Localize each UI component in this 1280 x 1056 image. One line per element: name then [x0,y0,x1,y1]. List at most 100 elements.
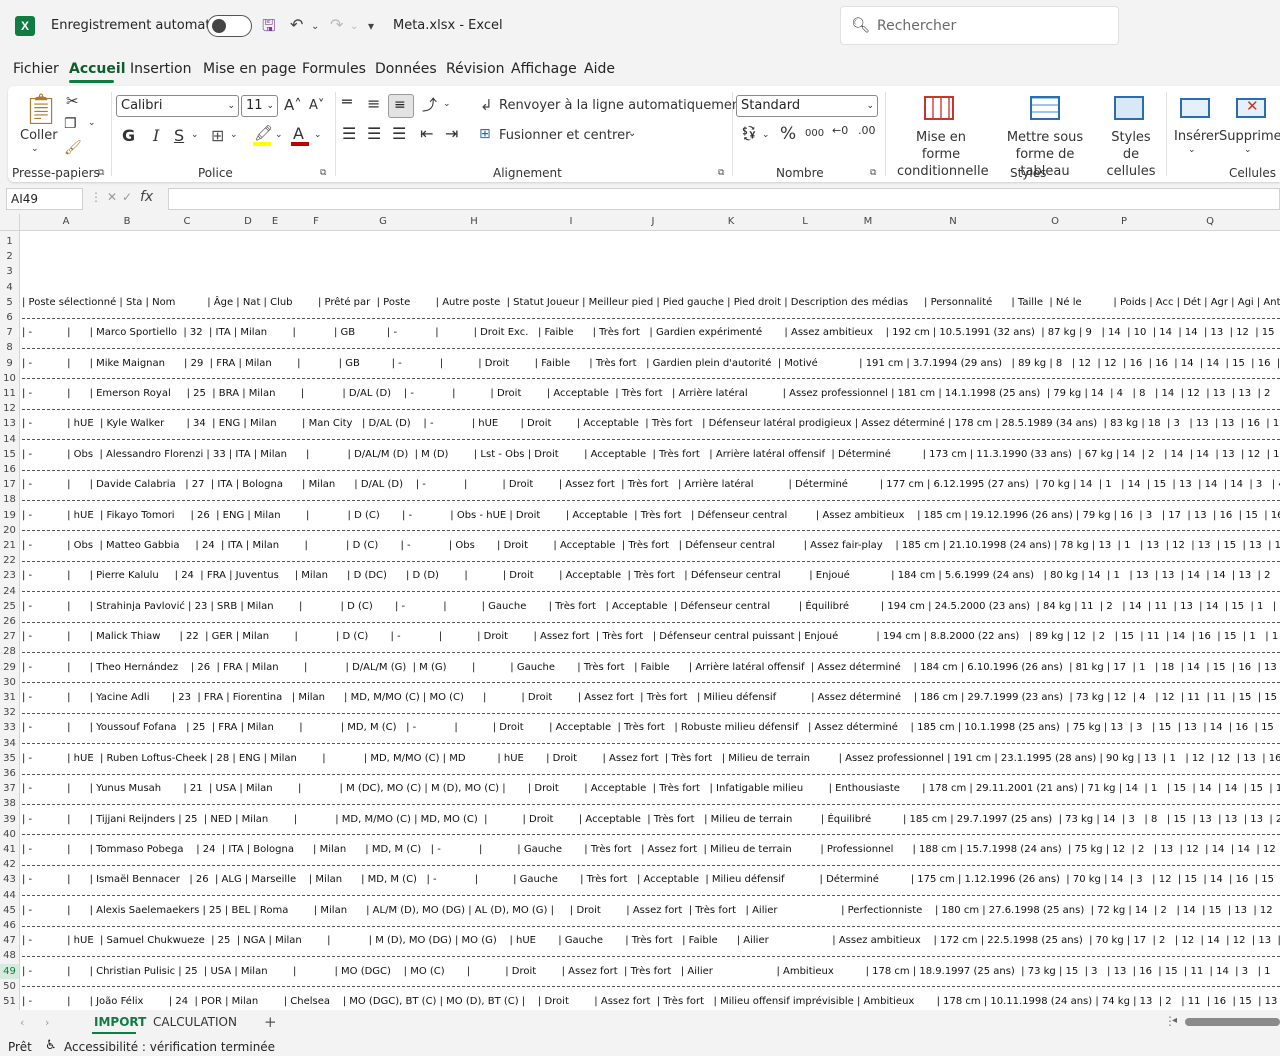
table-row[interactable]: | - | | Davide Calabria | 27 | ITA | Bol… [22,477,1280,492]
column-header[interactable]: G [379,216,387,227]
align-left-icon[interactable]: ☰ [342,124,356,143]
wrap-text-button[interactable]: Renvoyer à la ligne automatiquement [499,98,745,113]
table-row[interactable]: | - | | Pierre Kalulu | 24 | FRA | Juven… [22,568,1280,583]
table-row[interactable]: | - | Obs | Matteo Gabbia | 24 | ITA | M… [22,538,1280,553]
row-header[interactable]: 11 [0,386,19,401]
save-icon[interactable]: 🖫 [262,15,276,42]
row-header[interactable]: 24 [0,584,19,599]
shrink-font-icon[interactable]: A˅ [309,98,324,113]
next-sheet-icon[interactable]: › [45,1016,49,1029]
autosave-toggle[interactable] [207,15,252,37]
redo-icon[interactable]: ↷ [330,15,343,34]
prev-sheet-icon[interactable]: ‹ [20,1016,24,1029]
table-row[interactable]: | - | | Tommaso Pobega | 24 | ITA | Bolo… [22,842,1280,857]
row-header[interactable]: 46 [0,918,19,933]
row-header[interactable]: 6 [0,310,19,325]
paste-dropdown-icon[interactable]: ⌄ [31,144,39,154]
row-header[interactable]: 1 [0,234,19,249]
delete-button[interactable]: Supprimer [1219,129,1280,144]
merge-center-icon[interactable]: ⊞ [479,126,491,142]
table-row[interactable]: | - | | Ismaël Bennacer | 26 | ALG | Mar… [22,872,1280,887]
row-header[interactable]: 26 [0,614,19,629]
thousands-separator-button[interactable]: 000 [805,128,824,139]
column-header[interactable]: H [470,216,478,227]
row-header[interactable]: 15 [0,447,19,462]
table-row[interactable]: | - | hUE | Ruben Loftus-Cheek | 28 | EN… [22,751,1280,766]
table-row[interactable]: | - | | Alexis Saelemaekers | 25 | BEL |… [22,903,1280,918]
grid-body[interactable]: | Poste sélectionné | Sta | Nom | Âge | … [20,231,1280,1010]
insert-dropdown-icon[interactable]: ⌄ [1188,145,1196,155]
cut-icon[interactable]: ✂ [66,92,79,110]
align-right-icon[interactable]: ☰ [392,124,406,143]
row-header[interactable]: 43 [0,872,19,887]
tab-insertion[interactable]: Insertion [130,61,191,77]
table-row[interactable]: | - | hUE | Fikayo Tomori | 26 | ENG | M… [22,508,1280,523]
row-header[interactable]: 37 [0,781,19,796]
row-header[interactable]: 18 [0,492,19,507]
row-header[interactable]: 23 [0,568,19,583]
column-header[interactable]: I [570,216,573,227]
delete-cells-icon[interactable]: ✕ [1236,97,1266,118]
orientation-icon[interactable]: ⤴ [422,94,437,115]
row-header[interactable]: 48 [0,948,19,963]
row-header[interactable]: 9 [0,356,19,371]
table-row[interactable]: | - | Obs | Alessandro Florenzi | 33 | I… [22,447,1280,462]
row-header[interactable]: 49 [0,963,19,979]
cell-styles-icon[interactable] [1114,96,1144,120]
accounting-dropdown-icon[interactable]: ⌄ [762,130,770,140]
row-header[interactable]: 41 [0,842,19,857]
row-header[interactable]: 51 [0,994,19,1009]
fill-color-icon[interactable]: 🖍︎ [254,124,273,142]
row-header[interactable]: 14 [0,432,19,447]
row-header[interactable]: 10 [0,371,19,386]
table-row[interactable]: | - | hUE | Kyle Walker | 34 | ENG | Mil… [22,416,1280,431]
cell-styles-button[interactable]: Styles de cellules [1102,129,1160,180]
merge-center-button[interactable]: Fusionner et centrer [499,128,630,143]
delete-dropdown-icon[interactable]: ⌄ [1244,145,1252,155]
align-top-icon[interactable]: ═ [342,92,352,111]
column-header[interactable]: L [802,216,808,227]
redo-dropdown-icon[interactable]: ⌄ [350,21,358,32]
tab-accueil[interactable]: Accueil [69,61,126,77]
font-size-select[interactable]: 11 ⌄ [241,95,278,117]
tab-donnees[interactable]: Données [375,61,437,77]
row-header[interactable]: 3 [0,264,19,279]
grow-font-icon[interactable]: A˄ [284,96,302,114]
tab-revision[interactable]: Révision [446,61,505,77]
row-header[interactable]: 44 [0,888,19,903]
column-header[interactable]: A [63,216,70,227]
table-row[interactable]: | - | | Mike Maignan | 29 | FRA | Milan … [22,356,1280,371]
row-header[interactable]: 33 [0,720,19,735]
select-all-corner[interactable] [0,214,20,231]
column-header[interactable]: Q [1206,216,1214,227]
row-header[interactable]: 36 [0,766,19,781]
increase-indent-icon[interactable]: ⇥ [445,124,458,143]
add-sheet-icon[interactable]: + [264,1013,277,1031]
undo-dropdown-icon[interactable]: ⌄ [311,21,319,32]
wrap-text-icon[interactable]: ↲ [480,96,493,114]
fill-color-dropdown-icon[interactable]: ⌄ [275,130,283,140]
number-launcher-icon[interactable]: ⧉ [870,168,876,178]
table-row[interactable]: | - | | Strahinja Pavlović | 23 | SRB | … [22,599,1280,614]
table-row[interactable]: | - | | Theo Hernández | 26 | FRA | Mila… [22,660,1280,675]
tab-affichage[interactable]: Affichage [511,61,577,77]
table-row[interactable]: | - | | Yacine Adli | 23 | FRA | Fiorent… [22,690,1280,705]
align-middle-icon[interactable]: ≡ [367,94,380,113]
row-header[interactable]: 19 [0,508,19,523]
borders-icon[interactable]: ⊞ [211,126,224,145]
table-row[interactable]: | - | | Yunus Musah | 21 | USA | Milan |… [22,781,1280,796]
merge-dropdown-icon[interactable]: ⌄ [628,128,636,139]
row-header[interactable]: 30 [0,675,19,690]
column-header[interactable]: F [313,216,319,227]
accounting-format-icon[interactable]: 💱︎ [740,126,758,142]
row-header[interactable]: 50 [0,979,19,994]
formula-input[interactable] [168,188,1280,210]
table-row[interactable]: | - | | Marco Sportiello | 32 | ITA | Mi… [22,325,1280,340]
paste-button[interactable]: Coller [20,128,58,143]
tab-mise-en-page[interactable]: Mise en page [203,61,296,77]
row-header[interactable]: 31 [0,690,19,705]
align-bottom-button[interactable]: ≡ [388,94,414,118]
decrease-indent-icon[interactable]: ⇤ [420,124,433,143]
worksheet[interactable]: ABCDEFGHIJKLMNOPQ 1 2 3 4 5 6 7 8 9 10 11 12 13 14 15 1… [0,214,1280,1010]
row-header[interactable]: 39 [0,812,19,827]
